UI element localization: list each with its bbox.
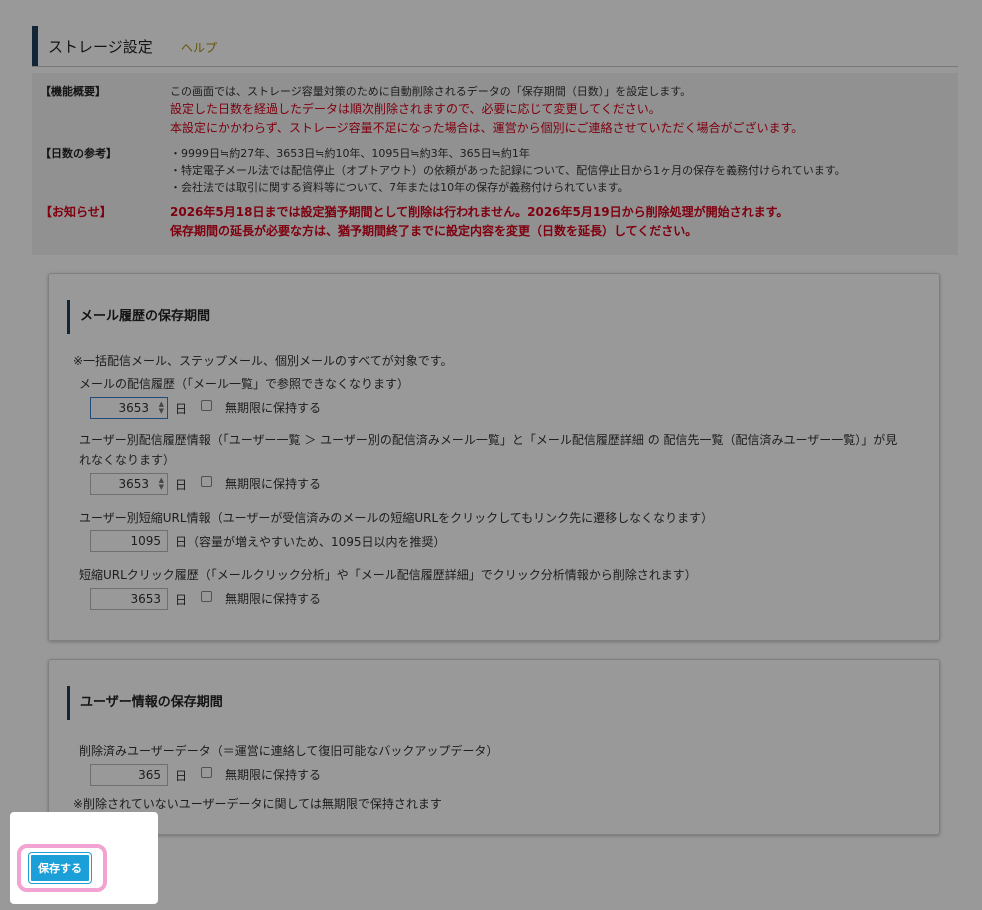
save-button[interactable]: 保存する [29, 853, 91, 883]
dim-overlay [0, 0, 982, 910]
